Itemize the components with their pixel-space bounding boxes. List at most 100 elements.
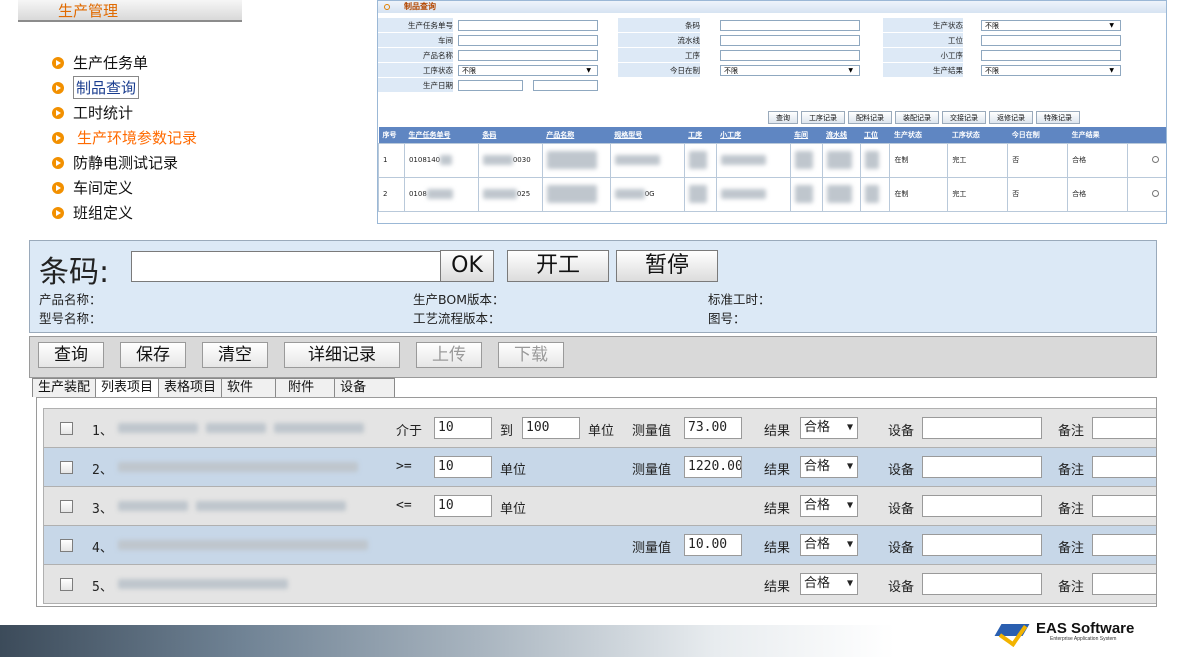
input-barcode[interactable] [720, 20, 860, 31]
input-date-from[interactable] [458, 80, 523, 91]
select-prod-status[interactable]: 不限 [981, 20, 1121, 31]
table-row[interactable]: 2 0108 025 0G 在制 完工 否 合格 [378, 176, 1166, 212]
tab-attachments[interactable]: 附件 [275, 378, 336, 397]
result-select[interactable]: 合格 [800, 417, 858, 439]
note-label: 备注 [1058, 580, 1085, 595]
tab-equipment[interactable]: 设备 [334, 378, 396, 397]
row-radio[interactable] [1152, 155, 1159, 163]
cell-line [821, 176, 861, 212]
lower-limit-field[interactable]: 10 [434, 417, 492, 439]
input-date-to[interactable] [533, 80, 598, 91]
to-label: 到 [500, 424, 514, 439]
measured-value-field[interactable]: 10.00 [684, 534, 742, 556]
note-field[interactable] [1092, 534, 1156, 556]
start-work-button[interactable]: 开工 [507, 250, 609, 282]
input-task-no[interactable] [458, 20, 598, 31]
nav-item-team-def[interactable]: 班组定义 [52, 200, 197, 225]
clear-button[interactable]: 清空 [202, 342, 268, 368]
device-field[interactable] [922, 456, 1042, 478]
item-index: 3、 [92, 502, 113, 517]
result-select[interactable]: 合格 [800, 573, 858, 595]
col-process[interactable]: 工序 [684, 127, 717, 143]
left-nav-panel: 生产管理 生产任务单 制品查询 工时统计 生产环境参数记录 防静电测试记录 车间… [18, 0, 242, 236]
handover-record-button[interactable]: 交接记录 [942, 111, 986, 124]
material-record-button[interactable]: 配料记录 [848, 111, 892, 124]
label-workshop: 车间 [378, 33, 453, 47]
item-checkbox[interactable] [60, 461, 73, 474]
col-line[interactable]: 流水线 [822, 127, 860, 143]
item-checkbox[interactable] [60, 422, 73, 435]
nav-item-task-order[interactable]: 生产任务单 [52, 50, 197, 75]
query-title-bar: 制品查询 [378, 1, 1166, 13]
table-header: 序号 生产任务单号 条码 产品名称 规格型号 工序 小工序 车间 流水线 工位 … [378, 127, 1166, 143]
tab-table-items[interactable]: 表格项目 [158, 378, 223, 397]
note-field[interactable] [1092, 573, 1156, 595]
label-task-no: 生产任务单号 [378, 18, 453, 32]
item-checkbox[interactable] [60, 578, 73, 591]
detail-record-button[interactable]: 详细记录 [284, 342, 400, 368]
nav-item-env-params[interactable]: 生产环境参数记录 [52, 125, 197, 150]
input-station[interactable] [981, 35, 1121, 46]
note-field[interactable] [1092, 417, 1156, 439]
note-field[interactable] [1092, 456, 1156, 478]
col-subprocess[interactable]: 小工序 [716, 127, 791, 143]
assembly-record-button[interactable]: 装配记录 [895, 111, 939, 124]
device-field[interactable] [922, 417, 1042, 439]
query-button-main[interactable]: 查询 [38, 342, 104, 368]
input-workshop[interactable] [458, 35, 598, 46]
special-record-button[interactable]: 特殊记录 [1036, 111, 1080, 124]
result-label: 结果 [764, 463, 791, 478]
pause-button[interactable]: 暂停 [616, 250, 718, 282]
cell-process [683, 142, 717, 178]
col-station[interactable]: 工位 [860, 127, 890, 143]
col-task[interactable]: 生产任务单号 [404, 127, 479, 143]
col-spec[interactable]: 规格型号 [610, 127, 685, 143]
table-row[interactable]: 1 0108140 0030 在制 完工 否 合格 [378, 142, 1166, 178]
input-line[interactable] [720, 35, 860, 46]
row-radio[interactable] [1152, 189, 1159, 197]
upper-limit-field[interactable]: 100 [522, 417, 580, 439]
device-field[interactable] [922, 573, 1042, 595]
ok-button[interactable]: OK [440, 250, 494, 282]
lower-limit-field[interactable]: 10 [434, 456, 492, 478]
result-select[interactable]: 合格 [800, 534, 858, 556]
download-button[interactable]: 下载 [498, 342, 564, 368]
nav-item-work-hours[interactable]: 工时统计 [52, 100, 197, 125]
select-today-wip[interactable]: 不限 [720, 65, 860, 76]
measured-value-field[interactable]: 1220.00 [684, 456, 742, 478]
nav-item-workshop-def[interactable]: 车间定义 [52, 175, 197, 200]
arrow-bullet-icon [52, 106, 64, 119]
label-sub-process: 小工序 [883, 48, 963, 62]
measured-value-field[interactable]: 73.00 [684, 417, 742, 439]
select-prod-result[interactable]: 不限 [981, 65, 1121, 76]
col-process-status: 工序状态 [947, 127, 1008, 143]
process-record-button[interactable]: 工序记录 [801, 111, 845, 124]
result-select[interactable]: 合格 [800, 495, 858, 517]
result-select[interactable]: 合格 [800, 456, 858, 478]
query-button[interactable]: 查询 [768, 111, 798, 124]
device-field[interactable] [922, 534, 1042, 556]
save-button[interactable]: 保存 [120, 342, 186, 368]
tab-software[interactable]: 软件 [221, 378, 277, 397]
tab-list-items[interactable]: 列表项目 [95, 378, 160, 398]
input-sub-process[interactable] [981, 50, 1121, 61]
item-checkbox[interactable] [60, 500, 73, 513]
col-product[interactable]: 产品名称 [542, 127, 611, 143]
repair-record-button[interactable]: 返修记录 [989, 111, 1033, 124]
arrow-bullet-icon [52, 206, 64, 219]
tab-assembly[interactable]: 生产装配 [32, 378, 97, 397]
item-checkbox[interactable] [60, 539, 73, 552]
device-field[interactable] [922, 495, 1042, 517]
nav-item-esd-test[interactable]: 防静电测试记录 [52, 150, 197, 175]
upload-button[interactable]: 上传 [416, 342, 482, 368]
col-barcode[interactable]: 条码 [478, 127, 543, 143]
input-process[interactable] [720, 50, 860, 61]
barcode-input[interactable] [131, 251, 441, 282]
item-desc [118, 537, 368, 552]
nav-item-product-query[interactable]: 制品查询 [52, 75, 197, 100]
select-process-status[interactable]: 不限 [458, 65, 598, 76]
note-field[interactable] [1092, 495, 1156, 517]
col-workshop[interactable]: 车间 [790, 127, 823, 143]
input-product-name[interactable] [458, 50, 598, 61]
lower-limit-field[interactable]: 10 [434, 495, 492, 517]
